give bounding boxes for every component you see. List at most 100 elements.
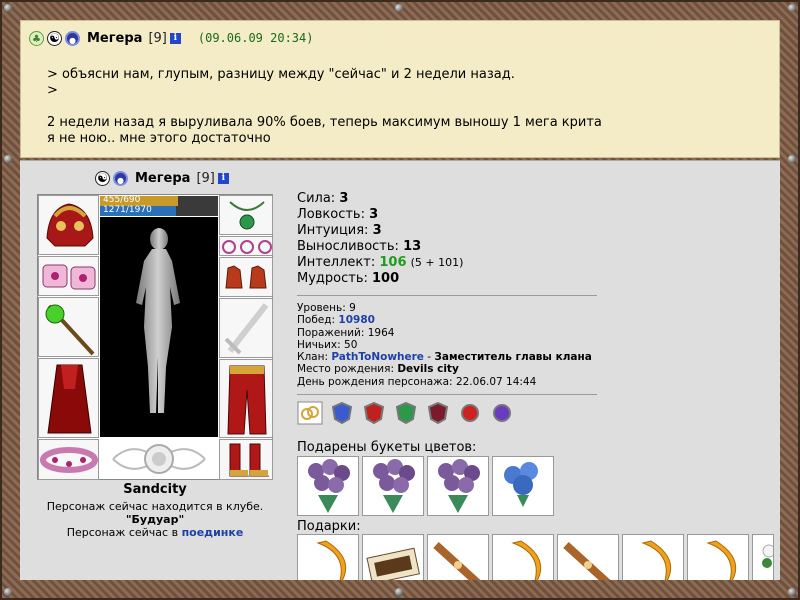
purple-bouquet-icon	[373, 459, 415, 513]
character-details: Уровень: 9 Побед: 10980 Поражений: 1964 …	[297, 302, 617, 388]
info-icon[interactable]: i	[217, 173, 229, 184]
stat-intellect: Интеллект: 106 (5 + 101)	[297, 255, 597, 271]
alignment-icon[interactable]: ♣	[29, 30, 44, 46]
stat-wisdom: Мудрость: 100	[297, 271, 597, 287]
badge-blue-shield[interactable]	[329, 401, 355, 425]
post-author-nick[interactable]: Мегера	[87, 31, 142, 46]
stat-value: 3	[369, 207, 379, 222]
boots-slot[interactable]	[219, 439, 273, 480]
detail-birthday: День рождения персонажа: 22.06.07 14:44	[297, 376, 617, 388]
blue-bouquet-icon	[504, 462, 538, 507]
divider	[297, 295, 597, 296]
post-body: > объясни нам, глупым, разницу между "се…	[47, 67, 767, 147]
helmet-icon	[46, 203, 94, 247]
flower-bouquet[interactable]	[427, 456, 489, 516]
character-panel: ☯ ● Мегера [9] i 455/690 1271/1970 Sandc…	[20, 160, 780, 580]
helmet-slot[interactable]	[38, 195, 99, 255]
flowers-row	[297, 456, 554, 516]
character-level: [9]	[196, 171, 215, 186]
stat-agility: Ловкость: 3	[297, 207, 597, 223]
badge-red-shield[interactable]	[361, 401, 387, 425]
wedding-rings-icon	[297, 401, 323, 425]
gloves-slot[interactable]	[219, 257, 273, 297]
badges-row	[297, 401, 515, 425]
detail-value: Devils city	[397, 363, 459, 376]
yinyang-icon[interactable]: ☯	[95, 171, 110, 186]
detail-wins: Побед: 10980	[297, 314, 617, 326]
red-orb-icon	[461, 404, 479, 422]
vitals-bars: 455/690 1271/1970	[100, 195, 218, 216]
fist-emblem-icon	[112, 444, 206, 474]
crescent-moon-icon	[706, 540, 737, 580]
gift-item[interactable]	[622, 534, 684, 580]
gift-item[interactable]	[362, 534, 424, 580]
rings-slot[interactable]	[219, 236, 273, 256]
empty-sword-icon	[224, 303, 269, 355]
gift-item[interactable]	[297, 534, 359, 580]
duel-link[interactable]: поединке	[182, 526, 244, 539]
rivet-icon	[788, 155, 796, 163]
bracers-slot[interactable]	[38, 256, 99, 296]
gift-item[interactable]	[492, 534, 554, 580]
badge-red-orb[interactable]	[457, 401, 483, 425]
rivet-icon	[395, 4, 403, 12]
red-shield-icon	[363, 401, 385, 425]
detail-label: Уровень:	[297, 302, 346, 314]
badge-dark-shield[interactable]	[425, 401, 451, 425]
flower-bouquet[interactable]	[297, 456, 359, 516]
legs-slot[interactable]	[219, 359, 273, 438]
rings-icon	[222, 240, 272, 254]
divider	[297, 394, 597, 395]
bracers-icon	[42, 264, 96, 290]
badge-rings[interactable]	[297, 401, 323, 425]
detail-label: Поражений:	[297, 326, 365, 339]
stat-endurance: Выносливость: 13	[297, 239, 597, 255]
stat-value: 100	[372, 271, 400, 286]
club-text: Персонаж сейчас находится в клубе.	[46, 500, 264, 513]
gift-item[interactable]	[557, 534, 619, 580]
amulet-slot[interactable]	[219, 195, 273, 235]
scroll-icon	[433, 542, 481, 580]
flower-bouquet[interactable]	[362, 456, 424, 516]
detail-label: Побед:	[297, 314, 336, 327]
detail-value: 9	[349, 302, 356, 314]
staff-icon	[45, 304, 95, 356]
armor-slot[interactable]	[38, 358, 99, 438]
clan-icon[interactable]: ●	[65, 30, 80, 46]
mana-bar: 1271/1970	[100, 205, 218, 216]
offhand-slot[interactable]	[219, 298, 273, 358]
character-silhouette[interactable]	[100, 217, 218, 437]
weapon-slot[interactable]	[38, 297, 99, 357]
badge-purple-orb[interactable]	[489, 401, 515, 425]
post-line: 2 недели назад я выруливала 90% боев, те…	[47, 115, 602, 130]
gifts-row	[297, 534, 774, 580]
clan-icon[interactable]: ●	[113, 171, 128, 186]
detail-level: Уровень: 9	[297, 302, 617, 314]
detail-birthplace: Место рождения: Devils city	[297, 363, 617, 375]
character-location: Sandcity Персонаж сейчас находится в клу…	[37, 483, 273, 539]
stat-label: Ловкость:	[297, 207, 365, 222]
flower-bouquet[interactable]	[492, 456, 554, 516]
badge-green-shield[interactable]	[393, 401, 419, 425]
stat-label: Интуиция:	[297, 223, 369, 238]
post-line: >	[47, 83, 58, 98]
stat-value: 13	[403, 239, 422, 254]
wins-link[interactable]: 10980	[338, 314, 375, 326]
stat-label: Интеллект:	[297, 255, 376, 270]
detail-value: 50	[344, 338, 358, 351]
dark-red-shield-icon	[427, 401, 449, 425]
gift-item[interactable]	[752, 534, 774, 580]
yinyang-icon[interactable]: ☯	[47, 30, 62, 46]
belt-icon	[40, 447, 98, 473]
gift-item[interactable]	[427, 534, 489, 580]
detail-draws: Ничьих: 50	[297, 339, 617, 351]
purple-orb-icon	[493, 404, 511, 422]
belt-slot[interactable]	[38, 439, 99, 480]
gift-item[interactable]	[687, 534, 749, 580]
detail-label: Клан:	[297, 351, 329, 364]
character-header: ☯ ● Мегера [9] i	[95, 171, 229, 186]
green-shield-icon	[395, 401, 417, 425]
clan-link[interactable]: PathToNowhere	[331, 351, 424, 363]
info-icon[interactable]: i	[169, 32, 181, 44]
stat-strength: Сила: 3	[297, 191, 597, 207]
